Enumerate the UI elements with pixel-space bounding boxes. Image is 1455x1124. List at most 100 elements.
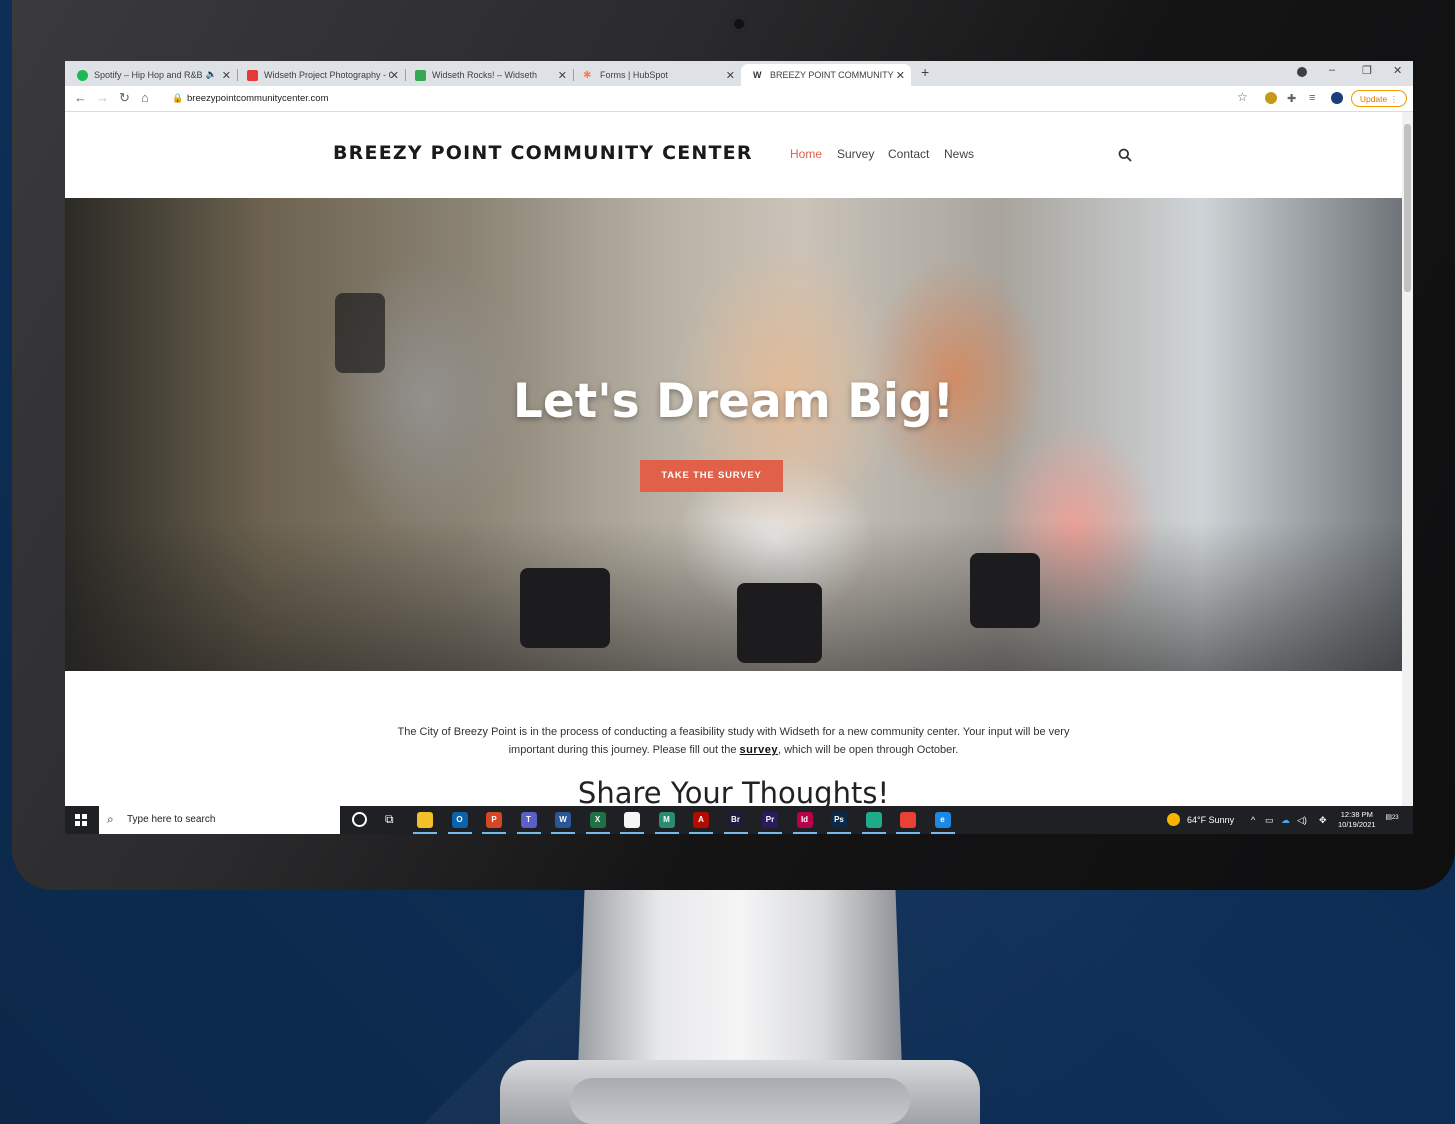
spotify-icon <box>77 69 88 81</box>
dumbbell-image <box>970 553 1040 628</box>
outlook-icon[interactable]: O <box>451 812 468 828</box>
reading-list-icon[interactable]: ≡ <box>1309 92 1315 104</box>
window-close-icon[interactable]: ✕ <box>1393 64 1402 77</box>
tab-title: Widseth Project Photography - G <box>264 70 392 80</box>
hero-headline: Let's Dream Big! <box>512 374 955 429</box>
photoshop-icon[interactable]: Ps <box>831 812 847 828</box>
close-icon[interactable]: ✕ <box>558 69 567 82</box>
ie-icon[interactable]: e <box>934 812 951 828</box>
chevron-up-icon[interactable]: ^ <box>1251 815 1255 825</box>
minimize-icon[interactable]: – <box>1329 64 1335 76</box>
hubspot-icon: ✱ <box>583 69 592 81</box>
excel-icon[interactable]: X <box>589 812 606 828</box>
running-indicator <box>447 832 472 834</box>
speaker-icon[interactable]: 🔈 <box>206 69 217 80</box>
running-indicator <box>551 832 575 834</box>
back-icon[interactable]: ← <box>74 90 87 105</box>
monitor-stand <box>578 890 902 1070</box>
acrobat-icon[interactable]: A <box>693 812 709 828</box>
extension-icon[interactable] <box>1265 92 1277 104</box>
photo-icon <box>247 69 258 81</box>
notification-center-icon[interactable]: ▤23 <box>1385 813 1399 827</box>
tab-title: Spotify – Hip Hop and R&B <box>94 70 203 80</box>
reload-icon[interactable]: ↻ <box>119 90 130 106</box>
survey-link[interactable]: survey <box>740 744 778 756</box>
word-icon[interactable]: W <box>555 812 571 828</box>
browser-toolbar: ← → ↻ ⌂ 🔒 breezypointcommunitycenter.com… <box>65 86 1413 112</box>
forward-icon[interactable]: → <box>96 90 109 105</box>
notepad-icon[interactable] <box>624 812 640 828</box>
screen: Spotify – Hip Hop and R&B 🔈 ✕ Widseth Pr… <box>65 61 1413 834</box>
dumbbell-image <box>335 293 385 373</box>
running-indicator <box>930 832 955 834</box>
monitor-base <box>500 1060 980 1124</box>
running-indicator <box>827 832 851 834</box>
update-button[interactable]: Update ⋮ <box>1351 90 1407 107</box>
powerpoint-icon[interactable]: P <box>486 812 502 828</box>
edge-icon[interactable] <box>865 812 882 828</box>
start-icon[interactable] <box>75 814 87 826</box>
weather-icon[interactable] <box>1167 813 1180 826</box>
scrollbar[interactable] <box>1402 112 1413 806</box>
indesign-icon[interactable]: Id <box>796 812 813 828</box>
tab-title: Forms | HubSpot <box>600 70 668 80</box>
browser-tab-bar: Spotify – Hip Hop and R&B 🔈 ✕ Widseth Pr… <box>65 61 1413 86</box>
chrome-icon[interactable] <box>900 812 916 828</box>
premiere-icon[interactable]: Pr <box>762 812 778 828</box>
running-indicator <box>896 832 920 834</box>
network-icon[interactable]: ▭ <box>1265 815 1274 826</box>
nav-news[interactable]: News <box>944 147 974 161</box>
puzzle-icon[interactable]: ✚ <box>1287 92 1296 105</box>
teams-icon[interactable]: T <box>520 812 537 828</box>
running-indicator <box>620 832 644 834</box>
volume-icon[interactable]: ◁) <box>1297 815 1307 826</box>
tab-widseth-rocks[interactable]: Widseth Rocks! – Widseth ✕ <box>403 64 573 86</box>
avatar[interactable] <box>1331 92 1343 104</box>
url-field[interactable]: breezypointcommunitycenter.com <box>187 93 329 104</box>
nav-contact[interactable]: Contact <box>888 147 929 161</box>
profile-menu-icon[interactable] <box>1297 67 1307 77</box>
scrollbar-thumb[interactable] <box>1404 124 1411 292</box>
sheet-icon <box>415 69 426 81</box>
bookmark-star-icon[interactable]: ☆ <box>1237 90 1248 104</box>
tab-spotify[interactable]: Spotify – Hip Hop and R&B 🔈 ✕ <box>65 64 237 86</box>
tab-breezy-point[interactable]: W BREEZY POINT COMMUNITY CE ✕ <box>741 64 911 86</box>
weather-label[interactable]: 64°F Sunny <box>1187 815 1234 825</box>
dropbox-icon[interactable]: ✥ <box>1319 815 1327 826</box>
nav-home[interactable]: Home <box>790 147 822 161</box>
close-icon[interactable]: ✕ <box>896 69 905 82</box>
running-indicator <box>654 832 679 834</box>
tab-title: Widseth Rocks! – Widseth <box>432 70 538 80</box>
clock[interactable]: 12:38 PM 10/19/2021 <box>1338 810 1376 830</box>
close-icon[interactable]: ✕ <box>726 69 735 82</box>
file-explorer-icon[interactable] <box>417 812 433 828</box>
running-indicator <box>413 832 437 834</box>
tab-title: BREEZY POINT COMMUNITY CE <box>770 70 896 80</box>
task-view-icon[interactable]: ⧉ <box>385 812 394 827</box>
running-indicator <box>585 832 610 834</box>
intro-paragraph: The City of Breezy Point is in the proce… <box>397 726 1070 756</box>
bridge-icon[interactable]: Br <box>727 812 744 828</box>
close-icon[interactable]: ✕ <box>222 69 231 82</box>
running-indicator <box>861 832 886 834</box>
tab-hubspot[interactable]: ✱ Forms | HubSpot ✕ <box>571 64 741 86</box>
lock-icon: 🔒 <box>172 93 184 103</box>
tab-widseth-photography[interactable]: Widseth Project Photography - G ✕ <box>235 64 405 86</box>
miro-icon[interactable]: M <box>658 812 675 828</box>
home-icon[interactable]: ⌂ <box>141 90 149 105</box>
running-indicator <box>723 832 748 834</box>
take-survey-button[interactable]: TAKE THE SURVEY <box>640 460 783 492</box>
windows-taskbar: ⌕ Type here to search ⧉ O P T W X M A Br Pr Id Ps e… <box>65 806 1413 834</box>
running-indicator <box>689 832 713 834</box>
close-icon[interactable]: ✕ <box>390 69 399 82</box>
running-indicator <box>792 832 817 834</box>
restore-icon[interactable]: ❐ <box>1362 64 1372 77</box>
taskbar-search-input[interactable]: ⌕ Type here to search <box>99 806 340 834</box>
new-tab-button[interactable]: + <box>921 64 929 80</box>
site-title[interactable]: BREEZY POINT COMMUNITY CENTER <box>333 142 753 164</box>
cortana-icon[interactable] <box>352 812 367 827</box>
search-icon[interactable] <box>1118 148 1132 162</box>
running-indicator <box>758 832 782 834</box>
nav-survey[interactable]: Survey <box>837 147 874 161</box>
onedrive-icon[interactable]: ☁ <box>1281 815 1290 826</box>
